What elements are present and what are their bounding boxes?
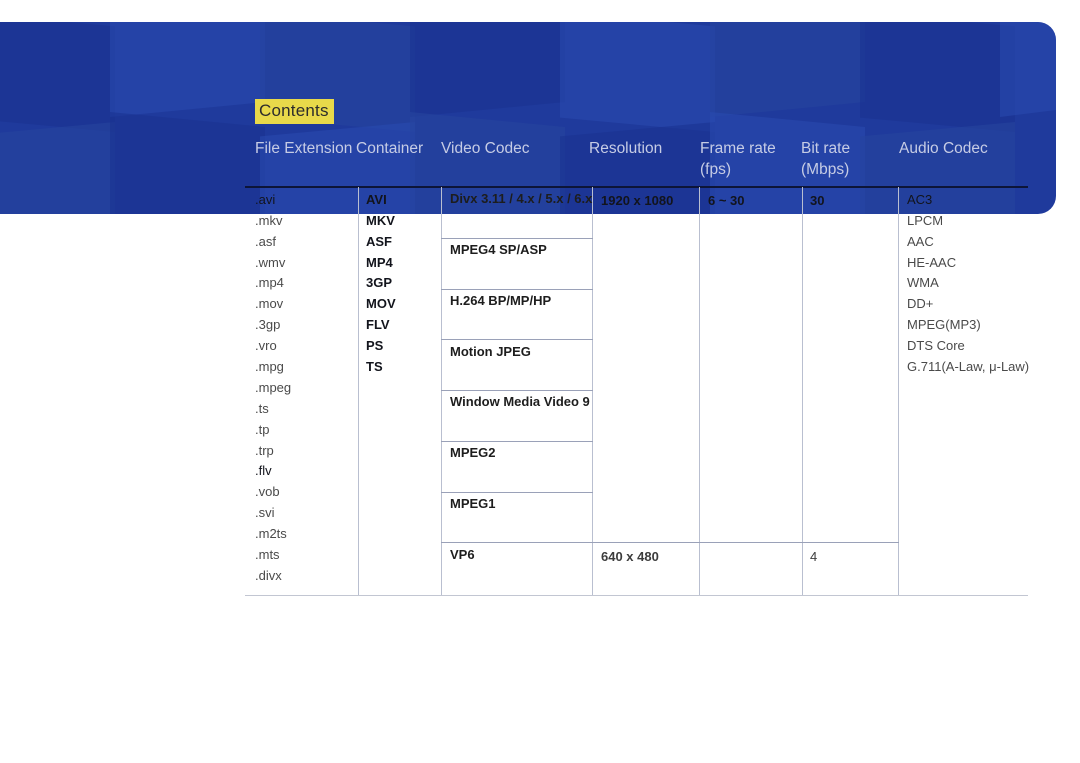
list-item: .mpg — [255, 359, 284, 374]
vcodec-rule-3 — [441, 339, 593, 340]
list-item: WMA — [907, 275, 939, 290]
list-item: AVI — [366, 192, 387, 207]
list-item: .tp — [255, 422, 270, 437]
list-item: MKV — [366, 213, 395, 228]
column-header-frame-rate-unit: (fps) — [700, 161, 731, 178]
resolution-value: 640 x 480 — [601, 549, 659, 564]
list-item: MPEG(MP3) — [907, 317, 981, 332]
list-item: MP4 — [366, 255, 393, 270]
video-codec-name: MPEG1 — [450, 496, 496, 511]
list-item: .mpeg — [255, 380, 292, 395]
video-codec-name: VP6 — [450, 547, 475, 562]
vcodec-rule-4 — [441, 390, 593, 391]
list-item: .asf — [255, 234, 276, 249]
list-item: .ts — [255, 401, 269, 416]
list-item: DTS Core — [907, 338, 965, 353]
vcodec-rule-5 — [441, 441, 593, 442]
column-header-file-extension: File Extension — [255, 140, 353, 157]
col-divider-container — [358, 187, 359, 595]
column-header-frame-rate: Frame rate — [700, 140, 776, 157]
list-item: .mts — [255, 547, 280, 562]
list-item: .wmv — [255, 255, 286, 270]
vcodec-rule-1 — [441, 238, 593, 239]
list-item: PS — [366, 338, 384, 353]
list-item: .3gp — [255, 317, 281, 332]
list-item: AAC — [907, 234, 934, 249]
table-header-rule — [245, 186, 1028, 188]
list-item: HE-AAC — [907, 255, 957, 270]
col-divider-frame-rate — [699, 187, 700, 595]
list-item: .mov — [255, 296, 284, 311]
list-item: LPCM — [907, 213, 944, 228]
list-item: .divx — [255, 568, 282, 583]
bit-rate-value: 4 — [810, 549, 818, 564]
list-item: ASF — [366, 234, 392, 249]
list-item: MOV — [366, 296, 396, 311]
contents-tag: Contents — [255, 99, 334, 124]
list-item: TS — [366, 359, 383, 374]
list-item: .mp4 — [255, 275, 284, 290]
col-divider-audio-codec — [898, 187, 899, 595]
column-header-video-codec: Video Codec — [441, 140, 530, 157]
list-item: .vob — [255, 484, 280, 499]
list-item: .svi — [255, 505, 275, 520]
vcodec-rule-2 — [441, 289, 593, 290]
video-codec-name: Window Media Video 9 — [450, 394, 590, 409]
list-item: .flv — [255, 463, 272, 478]
video-codec-name: H.264 BP/MP/HP — [450, 293, 552, 308]
col-divider-bit-rate — [802, 187, 803, 595]
col-divider-video-codec — [441, 187, 442, 595]
list-item: .trp — [255, 443, 274, 458]
video-codec-name: Divx 3.11 / 4.x / 5.x / 6.x — [450, 191, 593, 206]
list-item: .vro — [255, 338, 277, 353]
frame-rate-value: 6 ~ 30 — [708, 193, 745, 208]
column-header-bit-rate-unit: (Mbps) — [801, 161, 850, 178]
list-item: FLV — [366, 317, 390, 332]
video-codec-name: MPEG2 — [450, 445, 496, 460]
col-divider-resolution — [592, 187, 593, 595]
video-codec-name: MPEG4 SP/ASP — [450, 242, 547, 257]
bit-rate-value: 30 — [810, 193, 825, 208]
list-item: .m2ts — [255, 526, 287, 541]
column-header-resolution: Resolution — [589, 140, 663, 157]
vcodec-rule-6 — [441, 492, 593, 493]
resolution-value: 1920 x 1080 — [601, 193, 674, 208]
list-item: .mkv — [255, 213, 283, 228]
list-item: AC3 — [907, 192, 933, 207]
list-item: .avi — [255, 192, 276, 207]
vcodec-rule-7 — [441, 542, 899, 543]
table-bottom-rule — [245, 595, 1028, 596]
column-header-container: Container — [356, 140, 424, 157]
column-header-bit-rate: Bit rate — [801, 140, 851, 157]
column-header-audio-codec: Audio Codec — [899, 140, 988, 157]
list-item: DD+ — [907, 296, 934, 311]
list-item: G.711(A-Law, μ-Law) — [907, 359, 1030, 374]
list-item: 3GP — [366, 275, 393, 290]
video-codec-name: Motion JPEG — [450, 344, 531, 359]
